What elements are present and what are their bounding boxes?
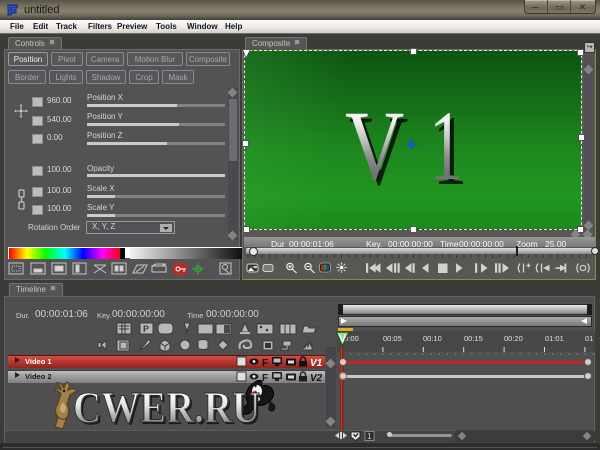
svg-text:1: 1 (367, 432, 372, 441)
svg-text:V2: V2 (310, 373, 323, 383)
svg-text:P: P (143, 324, 149, 334)
svg-text:V1: V1 (310, 358, 323, 368)
svg-text:F: F (262, 358, 268, 368)
